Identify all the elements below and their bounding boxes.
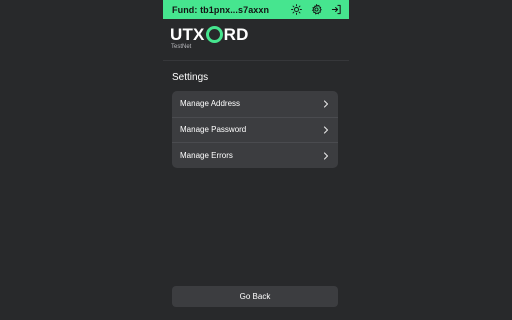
menu-item-manage-address[interactable]: Manage Address [172, 91, 338, 117]
chevron-right-icon [323, 100, 329, 108]
page-title: Settings [172, 72, 209, 83]
go-back-button[interactable]: Go Back [172, 286, 338, 307]
menu-item-label: Manage Password [180, 125, 247, 135]
sign-in-icon[interactable] [330, 3, 343, 16]
chevron-right-icon [323, 126, 329, 134]
menu-item-manage-errors[interactable]: Manage Errors [172, 142, 338, 168]
logo-ring-icon [205, 26, 223, 43]
menu-item-label: Manage Address [180, 99, 241, 109]
network-label: TestNet [171, 44, 192, 50]
menu-item-manage-password[interactable]: Manage Password [172, 116, 338, 143]
chevron-right-icon [323, 152, 329, 160]
top-bar: Fund: tb1pnx...s7axxn [163, 0, 349, 19]
header-divider [163, 60, 349, 61]
top-bar-actions [290, 3, 343, 16]
fund-address[interactable]: Fund: tb1pnx...s7axxn [172, 5, 269, 15]
utxord-logo: UTX RD [170, 26, 249, 43]
logo-text-suffix: RD [223, 25, 249, 44]
sun-icon[interactable] [290, 3, 303, 16]
gear-icon[interactable] [310, 3, 323, 16]
settings-menu: Manage Address Manage Password Manage Er… [172, 91, 338, 168]
menu-item-label: Manage Errors [180, 151, 233, 161]
wallet-app: Fund: tb1pnx...s7axxn UTX RD TestNet Set… [163, 0, 349, 320]
logo-text-prefix: UTX [170, 25, 205, 44]
